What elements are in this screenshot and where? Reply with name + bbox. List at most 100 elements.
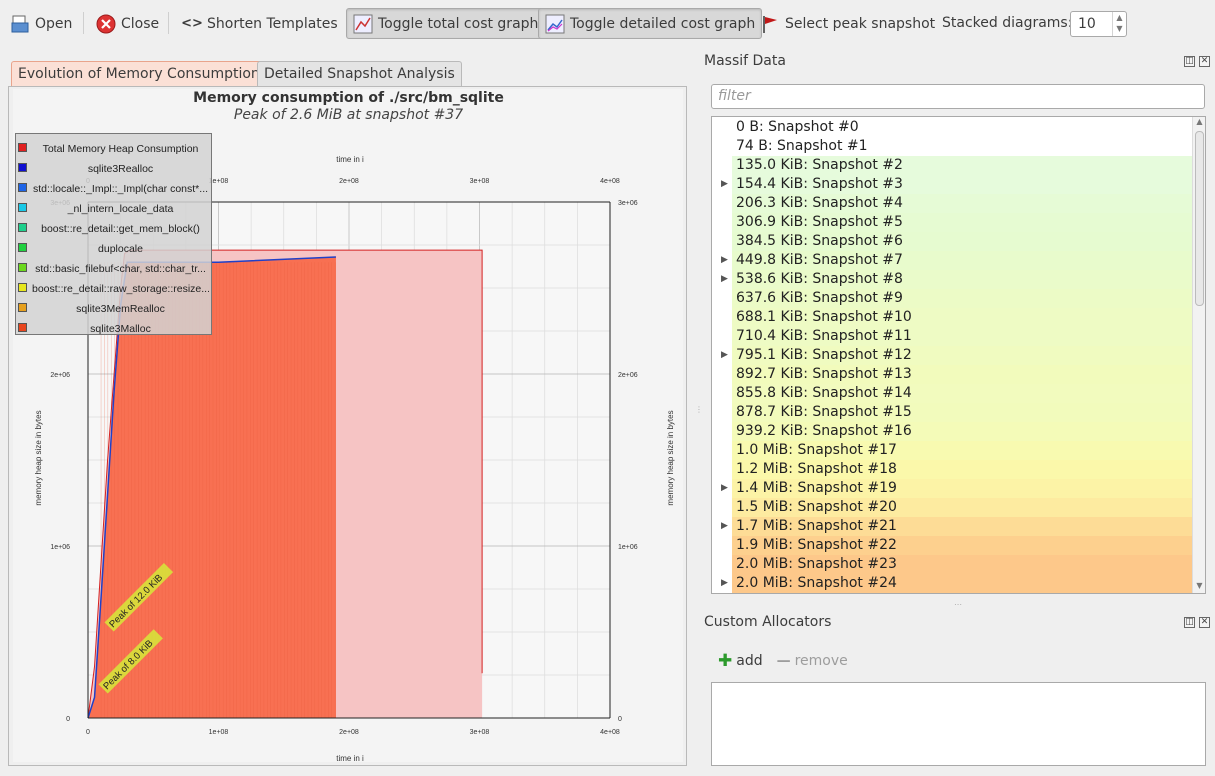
snapshot-label: 1.4 MiB: Snapshot #19: [736, 480, 897, 496]
expand-arrow-icon[interactable]: ▶: [721, 346, 728, 365]
snapshot-row[interactable]: 1.9 MiB: Snapshot #22: [712, 536, 1193, 555]
x-tick-label-top: 4e+08: [600, 178, 620, 185]
scrollbar-thumb[interactable]: [1195, 131, 1204, 306]
plus-icon: ✚: [718, 651, 733, 671]
snapshot-label: 135.0 KiB: Snapshot #2: [736, 157, 903, 173]
snapshot-row[interactable]: ▶ 538.6 KiB: Snapshot #8: [712, 270, 1193, 289]
snapshot-row[interactable]: 637.6 KiB: Snapshot #9: [712, 289, 1193, 308]
snapshot-row[interactable]: 206.3 KiB: Snapshot #4: [712, 194, 1193, 213]
spin-down-icon[interactable]: ▼: [1113, 23, 1126, 34]
snapshot-row[interactable]: 878.7 KiB: Snapshot #15: [712, 403, 1193, 422]
scroll-down-icon[interactable]: ▼: [1193, 581, 1206, 593]
legend-label: sqlite3Realloc: [87, 163, 154, 175]
allocators-list[interactable]: [711, 682, 1206, 766]
legend-label: std::basic_filebuf<char, std::char_tr...: [35, 263, 206, 275]
select-peak-snapshot-button[interactable]: Select peak snapshot: [753, 8, 942, 39]
float-icon[interactable]: ◫: [1184, 56, 1195, 67]
x-tick-label: 3e+08: [470, 729, 490, 736]
snapshot-row[interactable]: ▶ 1.7 MiB: Snapshot #21: [712, 517, 1193, 536]
spin-up-icon[interactable]: ▲: [1113, 12, 1126, 23]
snapshot-label: 855.8 KiB: Snapshot #14: [736, 385, 912, 401]
snapshot-row[interactable]: 135.0 KiB: Snapshot #2: [712, 156, 1193, 175]
snapshot-label: 1.2 MiB: Snapshot #18: [736, 461, 897, 477]
snapshot-row[interactable]: 1.2 MiB: Snapshot #18: [712, 460, 1193, 479]
close-icon[interactable]: ✕: [1199, 56, 1210, 67]
legend-entry: Total Memory Heap Consumption: [16, 140, 213, 160]
y-axis-label-left: memory heap size in bytes: [34, 410, 43, 505]
snapshot-row[interactable]: 384.5 KiB: Snapshot #6: [712, 232, 1193, 251]
memory-chart[interactable]: 001e+081e+082e+082e+083e+083e+084e+084e+…: [0, 0, 700, 776]
snapshot-label: 0 B: Snapshot #0: [736, 119, 859, 135]
x-tick-label: 0: [86, 729, 90, 736]
snapshot-label: 1.5 MiB: Snapshot #20: [736, 499, 897, 515]
close-icon[interactable]: ✕: [1199, 617, 1210, 628]
snapshot-label: 878.7 KiB: Snapshot #15: [736, 404, 912, 420]
snapshot-label: 1.9 MiB: Snapshot #22: [736, 537, 897, 553]
x-tick-label-top: 3e+08: [470, 178, 490, 185]
legend-swatch: [18, 183, 27, 192]
allocator-actions: ✚ add — remove: [718, 651, 848, 671]
snapshot-row[interactable]: 0 B: Snapshot #0: [712, 118, 1193, 137]
remove-allocator-button[interactable]: — remove: [777, 651, 848, 671]
filter-input[interactable]: filter: [711, 84, 1205, 109]
snapshot-row[interactable]: 1.5 MiB: Snapshot #20: [712, 498, 1193, 517]
expand-arrow-icon[interactable]: ▶: [721, 270, 728, 289]
snapshot-label: 206.3 KiB: Snapshot #4: [736, 195, 903, 211]
x-tick-label: 4e+08: [600, 729, 620, 736]
expand-arrow-icon[interactable]: ▶: [721, 517, 728, 536]
snapshot-label: 449.8 KiB: Snapshot #7: [736, 252, 903, 268]
snapshot-scrollbar[interactable]: ▲ ▼: [1192, 117, 1205, 593]
splitter-handle[interactable]: ⋮: [695, 405, 703, 414]
legend-entry: duplocale: [16, 240, 213, 260]
snapshot-row[interactable]: 855.8 KiB: Snapshot #14: [712, 384, 1193, 403]
snapshot-row[interactable]: ▶ 1.4 MiB: Snapshot #19: [712, 479, 1193, 498]
snapshot-row[interactable]: 306.9 KiB: Snapshot #5: [712, 213, 1193, 232]
snapshot-row[interactable]: 892.7 KiB: Snapshot #13: [712, 365, 1193, 384]
legend-label: sqlite3Malloc: [90, 323, 151, 335]
snapshot-row[interactable]: ▶ 795.1 KiB: Snapshot #12: [712, 346, 1193, 365]
y-tick-label: 0: [66, 716, 70, 723]
snapshot-label: 710.4 KiB: Snapshot #11: [736, 328, 912, 344]
legend-entry: sqlite3Malloc: [16, 320, 213, 340]
snapshot-row[interactable]: ▶ 2.0 MiB: Snapshot #24: [712, 574, 1193, 593]
legend-swatch: [18, 303, 27, 312]
splitter-handle[interactable]: ⋯: [954, 600, 962, 609]
legend-entry: _nl_intern_locale_data: [16, 200, 213, 220]
snapshot-row[interactable]: 710.4 KiB: Snapshot #11: [712, 327, 1193, 346]
snapshot-row[interactable]: 74 B: Snapshot #1: [712, 137, 1193, 156]
snapshot-row[interactable]: ▶ 449.8 KiB: Snapshot #7: [712, 251, 1193, 270]
scroll-up-icon[interactable]: ▲: [1193, 117, 1206, 129]
legend-entry: std::locale::_Impl::_Impl(char const*...: [16, 180, 213, 200]
legend-entry: boost::re_detail::raw_storage::resize...: [16, 280, 213, 300]
spin-arrows[interactable]: ▲ ▼: [1112, 12, 1126, 36]
snapshot-tree[interactable]: 0 B: Snapshot #0 74 B: Snapshot #1 135.0 K…: [711, 116, 1206, 594]
custom-allocators-title: Custom Allocators: [704, 614, 832, 630]
y-tick-label-right: 2e+06: [618, 372, 638, 379]
snapshot-row[interactable]: 939.2 KiB: Snapshot #16: [712, 422, 1193, 441]
snapshot-row[interactable]: 2.0 MiB: Snapshot #23: [712, 555, 1193, 574]
expand-arrow-icon[interactable]: ▶: [721, 251, 728, 270]
flag-icon: [760, 14, 780, 34]
snapshot-label: 306.9 KiB: Snapshot #5: [736, 214, 903, 230]
legend-swatch: [18, 243, 27, 252]
legend-entry: boost::re_detail::get_mem_block(): [16, 220, 213, 240]
snapshot-label: 795.1 KiB: Snapshot #12: [736, 347, 912, 363]
snapshot-row[interactable]: ▶ 154.4 KiB: Snapshot #3: [712, 175, 1193, 194]
snapshot-label: 1.0 MiB: Snapshot #17: [736, 442, 897, 458]
legend-swatch: [18, 263, 27, 272]
snapshot-row[interactable]: 688.1 KiB: Snapshot #10: [712, 308, 1193, 327]
stacked-diagrams-value: 10: [1078, 16, 1096, 32]
snapshot-label: 1.7 MiB: Snapshot #21: [736, 518, 897, 534]
snapshot-row[interactable]: 1.0 MiB: Snapshot #17: [712, 441, 1193, 460]
stacked-diagrams-spinbox[interactable]: 10 ▲ ▼: [1070, 11, 1127, 37]
legend-entry: sqlite3Realloc: [16, 160, 213, 180]
legend-swatch: [18, 143, 27, 152]
allocators-dock-buttons: ◫ ✕: [1184, 617, 1210, 628]
minus-icon: —: [776, 653, 791, 669]
expand-arrow-icon[interactable]: ▶: [721, 574, 728, 593]
expand-arrow-icon[interactable]: ▶: [721, 479, 728, 498]
expand-arrow-icon[interactable]: ▶: [721, 175, 728, 194]
snapshot-label: 74 B: Snapshot #1: [736, 138, 868, 154]
float-icon[interactable]: ◫: [1184, 617, 1195, 628]
add-allocator-button[interactable]: ✚ add: [718, 651, 763, 671]
